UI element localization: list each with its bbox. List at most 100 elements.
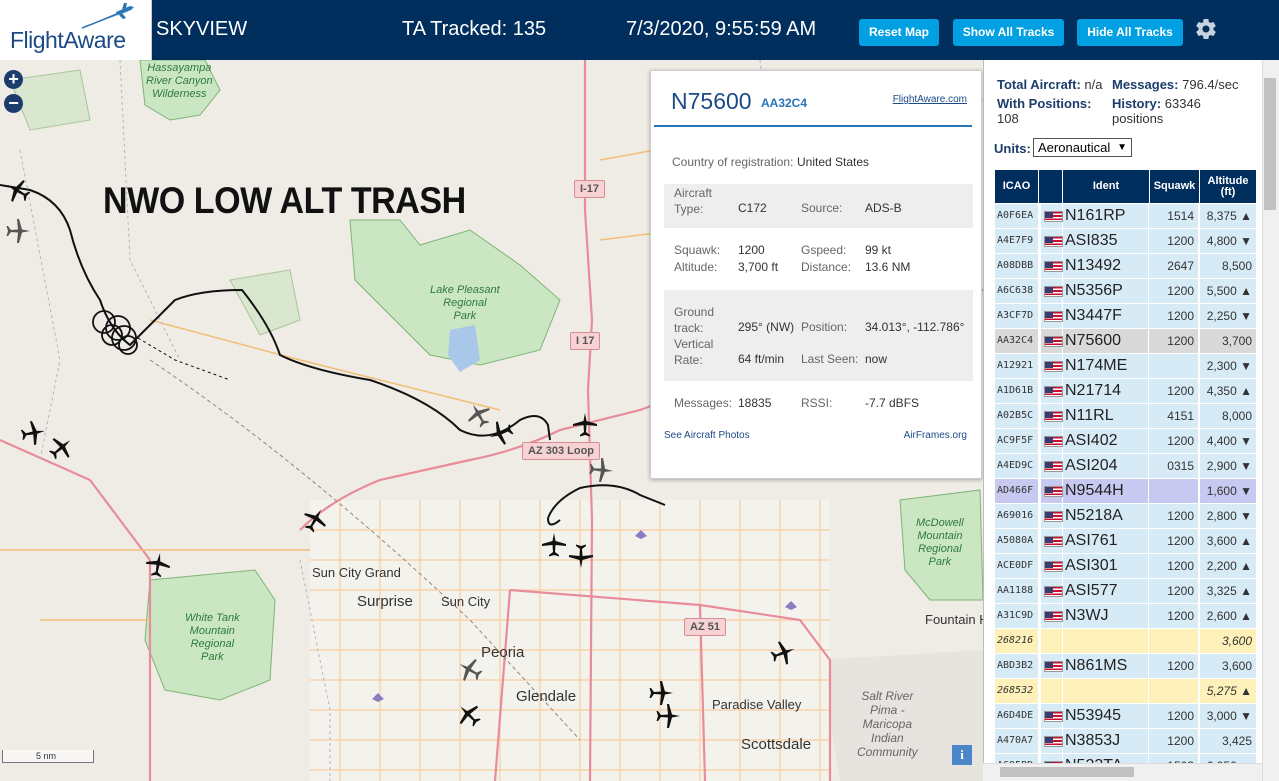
- row-ident: N161RP: [1063, 204, 1149, 228]
- table-row[interactable]: 268532 5,275 ▲: [995, 679, 1257, 704]
- row-altitude: 2,600 ▲: [1200, 604, 1257, 628]
- row-icao: 268216: [995, 629, 1039, 653]
- zoom-out-button[interactable]: −: [4, 94, 23, 113]
- row-squawk: 1200: [1149, 529, 1199, 553]
- table-row[interactable]: A02B5C N11RL 4151 8,000: [995, 404, 1257, 429]
- aircraft-photos-link[interactable]: See Aircraft Photos: [664, 430, 750, 441]
- aircraft-type-value: C172: [738, 201, 767, 215]
- table-row[interactable]: ACE0DF ASI301 1200 2,200 ▲: [995, 554, 1257, 579]
- row-squawk: 1200: [1149, 504, 1199, 528]
- us-flag-icon: [1044, 561, 1063, 572]
- popup-track-group: Ground track: 295° (NW) Position: 34.013…: [664, 290, 973, 381]
- hide-all-tracks-button[interactable]: Hide All Tracks: [1077, 19, 1183, 46]
- row-icao: A1D61B: [995, 379, 1039, 403]
- row-icao: ABD3B2: [995, 654, 1039, 678]
- row-ident: N5356P: [1063, 279, 1149, 303]
- column-header-ident[interactable]: Ident: [1063, 170, 1150, 203]
- aircraft-marker-icon[interactable]: [568, 543, 594, 569]
- table-row[interactable]: A4E7F9 ASI835 1200 4,800 ▼: [995, 229, 1257, 254]
- table-row[interactable]: ABD3B2 N861MS 1200 3,600: [995, 654, 1257, 679]
- reset-map-button[interactable]: Reset Map: [859, 19, 939, 46]
- show-all-tracks-button[interactable]: Show All Tracks: [953, 19, 1064, 46]
- table-row[interactable]: 268216 3,600: [995, 629, 1257, 654]
- table-row[interactable]: A69016 N5218A 1200 2,800 ▼: [995, 504, 1257, 529]
- horizontal-scrollbar-thumb[interactable]: [1000, 767, 1134, 777]
- aircraft-detail-popup: N75600 AA32C4 FlightAware.com Country of…: [650, 70, 982, 479]
- aircraft-marker-icon[interactable]: [572, 412, 598, 438]
- column-header-icao[interactable]: ICAO: [995, 170, 1039, 203]
- aircraft-marker-icon[interactable]: [18, 418, 48, 448]
- table-row[interactable]: A1D61B N21714 1200 4,350 ▲: [995, 379, 1257, 404]
- row-squawk: 1200: [1149, 604, 1199, 628]
- row-ident: [1063, 679, 1149, 703]
- row-ident: N174ME: [1063, 354, 1149, 378]
- us-flag-icon: [1044, 386, 1063, 397]
- history-stat: History: 63346: [1112, 96, 1201, 111]
- flightaware-link[interactable]: FlightAware.com: [893, 94, 967, 105]
- position-value: 34.013°, -112.786°: [865, 320, 965, 334]
- table-row[interactable]: A6C638 N5356P 1200 5,500 ▲: [995, 279, 1257, 304]
- vertical-scrollbar-thumb[interactable]: [1264, 78, 1276, 210]
- table-row[interactable]: A0F6EA N161RP 1514 8,375 ▲: [995, 204, 1257, 229]
- table-row[interactable]: A31C9D N3WJ 1200 2,600 ▲: [995, 604, 1257, 629]
- column-header-squawk[interactable]: Squawk: [1150, 170, 1200, 203]
- row-altitude: 3,700: [1200, 329, 1257, 353]
- row-icao: A4ED9C: [995, 454, 1039, 478]
- aircraft-marker-icon[interactable]: [143, 550, 173, 580]
- row-ident: ASI577: [1063, 579, 1149, 603]
- history-unit: positions: [1112, 111, 1164, 126]
- table-row[interactable]: AC9F5F ASI402 1200 4,400 ▼: [995, 429, 1257, 454]
- row-altitude: 4,350 ▲: [1200, 379, 1257, 403]
- us-flag-icon: [1044, 311, 1063, 322]
- aircraft-marker-icon[interactable]: [655, 703, 681, 729]
- park-label-lake-pleasant: Lake Pleasant Regional Park: [430, 284, 500, 322]
- popup-divider: [654, 125, 972, 127]
- place-sun-city-grand: Sun City Grand: [312, 565, 401, 580]
- row-flag: [1041, 479, 1063, 503]
- row-icao: 268532: [995, 679, 1039, 703]
- table-row[interactable]: A3CF7D N3447F 1200 2,250 ▼: [995, 304, 1257, 329]
- table-row[interactable]: AD466F N9544H 1,600 ▼: [995, 479, 1257, 504]
- table-row[interactable]: AA1188 ASI577 1200 3,325 ▲: [995, 579, 1257, 604]
- info-icon[interactable]: i: [952, 745, 972, 765]
- aircraft-marker-icon[interactable]: [5, 218, 31, 244]
- popup-hex-link[interactable]: AA32C4: [761, 96, 807, 110]
- us-flag-icon: [1044, 661, 1063, 672]
- row-flag: [1041, 254, 1063, 278]
- place-glendale: Glendale: [516, 688, 577, 705]
- table-row[interactable]: AA32C4 N75600 1200 3,700: [995, 329, 1257, 354]
- table-row[interactable]: A5080A ASI761 1200 3,600 ▲: [995, 529, 1257, 554]
- flightaware-logo[interactable]: FlightAware: [0, 0, 152, 60]
- row-flag: [1041, 379, 1063, 403]
- table-row[interactable]: A12921 N174ME 2,300 ▼: [995, 354, 1257, 379]
- table-row[interactable]: A470A7 N3853J 1200 3,425: [995, 729, 1257, 754]
- aircraft-marker-icon[interactable]: [587, 456, 615, 484]
- units-select[interactable]: Aeronautical ▼: [1033, 138, 1132, 157]
- us-flag-icon: [1044, 736, 1063, 747]
- column-header-flag[interactable]: [1039, 170, 1063, 203]
- aircraft-marker-icon[interactable]: [541, 532, 567, 558]
- units-label: Units:: [994, 141, 1031, 156]
- row-icao: A5080A: [995, 529, 1039, 553]
- table-row[interactable]: A08DBB N13492 2647 8,500: [995, 254, 1257, 279]
- row-flag: [1041, 529, 1063, 553]
- row-flag: [1041, 404, 1063, 428]
- column-header-altitude[interactable]: Altitude (ft): [1200, 170, 1257, 203]
- highway-shield-i17: I 17: [570, 332, 601, 350]
- place-surprise: Surprise: [357, 593, 413, 610]
- table-row[interactable]: A6D4DE N53945 1200 3,000 ▼: [995, 704, 1257, 729]
- table-row[interactable]: A4ED9C ASI204 0315 2,900 ▼: [995, 454, 1257, 479]
- row-icao: A0F6EA: [995, 204, 1039, 228]
- row-squawk: 1200: [1149, 729, 1199, 753]
- app-name: SKYVIEW: [156, 18, 248, 40]
- top-bar: FlightAware SKYVIEW TA Tracked: 135 7/3/…: [0, 0, 1279, 60]
- lake-pleasant-water: [448, 325, 480, 372]
- gear-icon[interactable]: [1194, 17, 1218, 41]
- row-squawk: 0315: [1149, 454, 1199, 478]
- row-altitude: 8,500: [1200, 254, 1257, 278]
- row-squawk: [1149, 679, 1199, 703]
- row-flag: [1041, 429, 1063, 453]
- airframes-link[interactable]: AirFrames.org: [904, 430, 967, 441]
- zoom-in-button[interactable]: +: [4, 70, 23, 89]
- history-value: 63346: [1164, 96, 1201, 111]
